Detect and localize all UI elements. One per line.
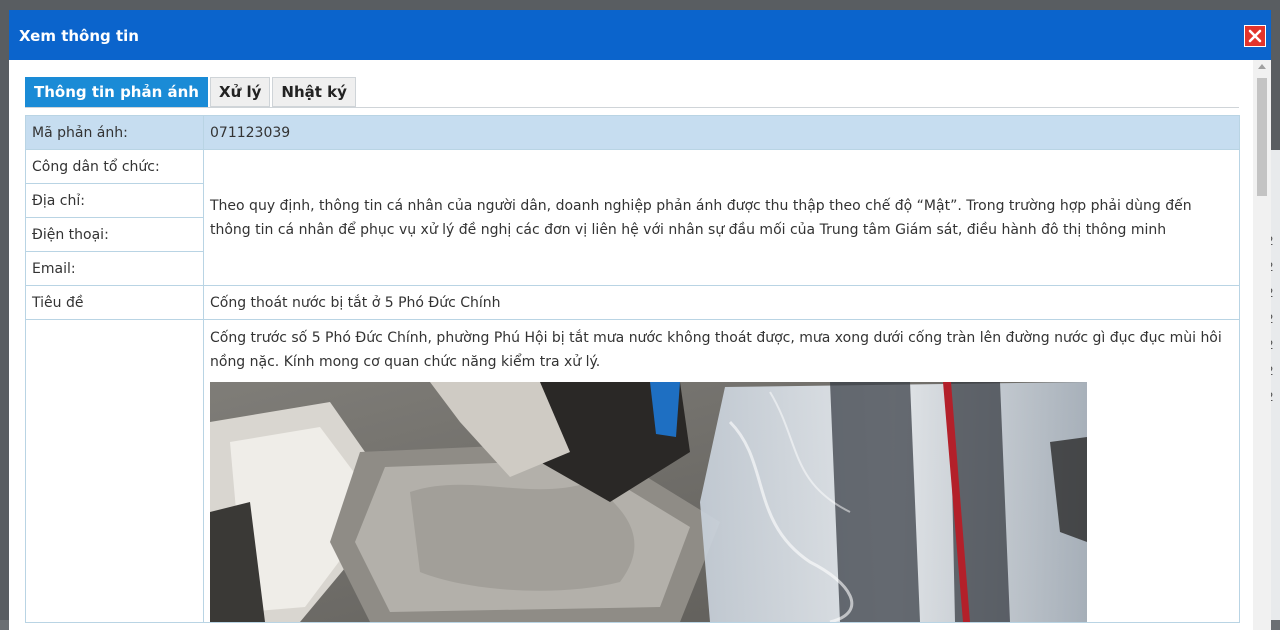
- code-label: Mã phản ánh:: [26, 116, 204, 150]
- dialog-content: Thông tin phản ánh Xử lý Nhật ký Mã phản…: [9, 60, 1271, 630]
- dialog-scrollbar[interactable]: [1253, 60, 1271, 630]
- tab-report-info[interactable]: Thông tin phản ánh: [25, 77, 208, 107]
- close-icon: [1248, 29, 1262, 43]
- description-label-cell: [26, 320, 204, 623]
- phone-label: Điện thoại:: [26, 218, 204, 252]
- privacy-note: Theo quy định, thông tin cá nhân của ngư…: [204, 150, 1240, 286]
- tab-processing[interactable]: Xử lý: [210, 77, 270, 107]
- scroll-thumb[interactable]: [1257, 78, 1267, 196]
- scroll-up-arrow-icon[interactable]: [1258, 64, 1266, 69]
- report-info-table: Mã phản ánh: 071123039 Công dân tổ chức:…: [25, 115, 1240, 623]
- email-label: Email:: [26, 252, 204, 286]
- title-label: Tiêu đề: [26, 286, 204, 320]
- tab-log[interactable]: Nhật ký: [272, 77, 356, 107]
- table-row: Tiêu đề Cống thoát nước bị tắt ở 5 Phó Đ…: [26, 286, 1240, 320]
- table-row: Cống trước số 5 Phó Đức Chính, phường Ph…: [26, 320, 1240, 623]
- report-photo[interactable]: [210, 382, 1087, 622]
- code-value: 071123039: [204, 116, 1240, 150]
- dialog-titlebar: Xem thông tin: [9, 10, 1271, 60]
- dialog-title: Xem thông tin: [19, 27, 139, 45]
- table-row: Mã phản ánh: 071123039: [26, 116, 1240, 150]
- tab-divider: [25, 107, 1239, 108]
- close-button[interactable]: [1244, 25, 1266, 47]
- view-info-dialog: Xem thông tin Thông tin phản ánh Xử lý N…: [9, 10, 1271, 630]
- address-label: Địa chỉ:: [26, 184, 204, 218]
- title-value: Cống thoát nước bị tắt ở 5 Phó Đức Chính: [204, 286, 1240, 320]
- description-cell: Cống trước số 5 Phó Đức Chính, phường Ph…: [204, 320, 1240, 623]
- table-row: Công dân tổ chức: Theo quy định, thông t…: [26, 150, 1240, 184]
- tab-bar: Thông tin phản ánh Xử lý Nhật ký: [25, 77, 358, 107]
- report-photo-image: [210, 382, 1087, 622]
- description-text: Cống trước số 5 Phó Đức Chính, phường Ph…: [210, 326, 1233, 374]
- citizen-label: Công dân tổ chức:: [26, 150, 204, 184]
